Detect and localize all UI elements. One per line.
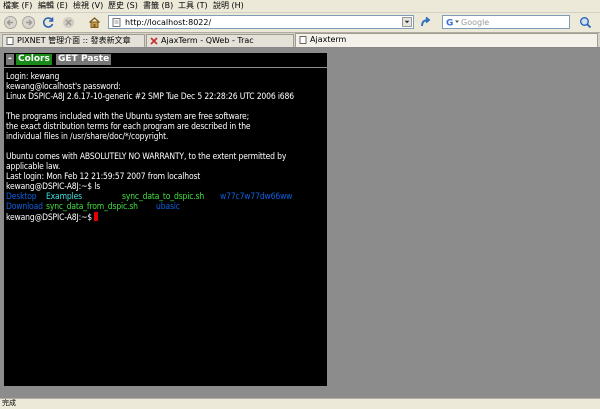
tab-bar: PIXNET 管理介面 :: 發表新文章 AjaxTerm - QWeb - T… — [0, 33, 600, 48]
tab-pixnet[interactable]: PIXNET 管理介面 :: 發表新文章 — [2, 34, 145, 47]
tab-label: Ajaxterm — [310, 35, 347, 44]
menu-history[interactable]: 歷史 (S) — [108, 1, 138, 11]
tab-ajaxterm[interactable]: Ajaxterm — [295, 33, 598, 47]
chevron-down-icon — [404, 20, 410, 24]
status-text: 完成 — [2, 399, 16, 407]
terminal-line: Login: kewang — [6, 72, 60, 82]
page-icon — [6, 37, 14, 45]
svg-text:G: G — [446, 19, 453, 28]
tab-label: PIXNET 管理介面 :: 發表新文章 — [17, 36, 131, 45]
ls-entry-directory: Download — [6, 202, 43, 212]
terminal-line: kewang@DSPIC-A8J:~$ ls — [6, 182, 101, 192]
ls-entry-script: sync_data_to_dspic.sh — [122, 192, 205, 202]
page-icon — [299, 36, 307, 44]
reload-button[interactable] — [41, 15, 56, 30]
terminal-prompt: kewang@DSPIC-A8J:~$ — [6, 213, 95, 223]
terminal-line: Linux DSPIC-A8J 2.6.17-10-generic #2 SMP… — [6, 92, 294, 102]
ls-entry-link: Examples — [46, 192, 82, 202]
ls-entry-script: sync_data_from_dspic.sh — [46, 202, 138, 212]
menu-edit[interactable]: 編輯 (E) — [38, 1, 68, 11]
google-search-engine-icon[interactable]: G — [445, 17, 459, 27]
search-input[interactable]: G Google — [442, 15, 570, 29]
menu-file[interactable]: 檔案 (F) — [3, 1, 32, 11]
forward-button[interactable] — [21, 15, 36, 30]
terminal-line: the exact distribution terms for each pr… — [6, 122, 251, 132]
terminal-prompt-line: kewang@DSPIC-A8J:~$ — [6, 212, 99, 223]
ls-entry-directory: w77c7w77dw66ww — [220, 192, 293, 202]
back-arrow-icon — [4, 16, 17, 29]
home-icon — [89, 17, 100, 28]
get-button[interactable]: GET — [56, 54, 80, 65]
terminal-screen[interactable]: Login: kewang kewang@localhost's passwor… — [4, 68, 327, 386]
menu-tools[interactable]: 工具 (T) — [178, 1, 208, 11]
go-button[interactable] — [418, 15, 433, 30]
terminal-line: applicable law. — [6, 162, 61, 172]
terminal-toolbar: - Colors GET Paste — [4, 53, 327, 67]
status-bar: 完成 — [0, 398, 600, 409]
search-icon — [580, 17, 592, 29]
navigation-toolbar: http://localhost:8022/ G Google — [0, 13, 600, 33]
url-text: http://localhost:8022/ — [125, 18, 212, 27]
tab-label: AjaxTerm - QWeb - Trac — [161, 36, 254, 45]
terminal-cursor — [94, 212, 99, 221]
terminal-line: Ubuntu comes with ABSOLUTELY NO WARRANTY… — [6, 152, 287, 162]
reload-icon — [42, 17, 54, 28]
terminal-line: The programs included with the Ubuntu sy… — [6, 112, 249, 122]
terminal-line: kewang@localhost's password: — [6, 82, 121, 92]
menu-bar: 檔案 (F) 編輯 (E) 檢視 (V) 歷史 (S) 書籤 (B) 工具 (T… — [0, 0, 600, 13]
home-button[interactable] — [87, 15, 102, 30]
ls-entry-directory: ubasic — [156, 202, 180, 212]
paste-button[interactable]: Paste — [79, 54, 112, 65]
colors-button[interactable]: Colors — [16, 54, 52, 65]
page-icon — [112, 18, 121, 27]
menu-help[interactable]: 說明 (H) — [213, 1, 244, 11]
search-button[interactable] — [578, 15, 593, 30]
ls-entry-directory: Desktop — [6, 192, 37, 202]
trac-icon — [150, 37, 158, 45]
terminal-line: individual files in /usr/share/doc/*/cop… — [6, 132, 169, 142]
search-placeholder: Google — [461, 18, 490, 27]
url-dropdown-button[interactable] — [402, 17, 412, 27]
forward-arrow-icon — [22, 16, 35, 29]
stop-icon — [63, 17, 74, 28]
menu-bookmarks[interactable]: 書籤 (B) — [143, 1, 173, 11]
terminal-line: Last login: Mon Feb 12 21:59:57 2007 fro… — [6, 172, 201, 182]
stop-button[interactable] — [61, 15, 76, 30]
terminal-close-button[interactable]: - — [6, 54, 14, 65]
back-button[interactable] — [3, 15, 18, 30]
page-content: - Colors GET Paste Login: kewang kewang@… — [0, 48, 600, 398]
tab-ajaxterm-trac[interactable]: AjaxTerm - QWeb - Trac — [146, 34, 294, 47]
menu-view[interactable]: 檢視 (V) — [73, 1, 103, 11]
go-arrow-icon — [421, 16, 431, 27]
url-field[interactable]: http://localhost:8022/ — [108, 15, 414, 29]
